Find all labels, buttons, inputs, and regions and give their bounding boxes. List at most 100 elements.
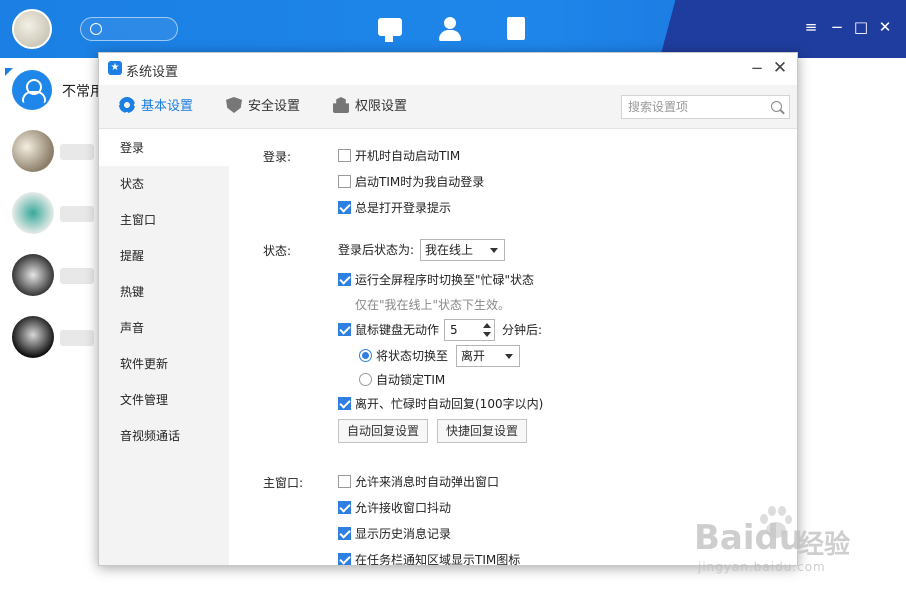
watermark-url: jingyan.baidu.com xyxy=(698,560,826,574)
checkbox-checked[interactable] xyxy=(338,501,351,514)
checkbox-checked[interactable] xyxy=(338,527,351,540)
option-label: 将状态切换至 xyxy=(376,349,449,363)
option-tray-icon[interactable]: 在任务栏通知区域显示TIM图标 xyxy=(338,552,521,566)
option-auto-popup[interactable]: 允许来消息时自动弹出窗口 xyxy=(338,474,499,490)
sidebar-item-hotkeys[interactable]: 热键 xyxy=(99,274,229,310)
contact-avatar[interactable] xyxy=(12,130,94,172)
option-auto-start[interactable]: 开机时自动启动TIM xyxy=(338,148,460,164)
option-label: 允许来消息时自动弹出窗口 xyxy=(355,475,500,489)
sidebar-item-main-window[interactable]: 主窗口 xyxy=(99,202,229,238)
settings-sidebar: 登录 状态 主窗口 提醒 热键 声音 软件更新 文件管理 音视频通话 xyxy=(99,130,229,565)
option-idle[interactable]: 鼠标键盘无动作 xyxy=(338,322,439,338)
contact-avatar[interactable] xyxy=(12,316,94,358)
auto-reply-settings-button[interactable]: 自动回复设置 xyxy=(338,419,428,443)
files-icon[interactable] xyxy=(503,16,531,42)
main-search-pill[interactable] xyxy=(80,17,178,41)
settings-dialog: ★ 系统设置 − ✕ 基本设置 安全设置 权限设置 登录 状态 主窗口 提醒 热… xyxy=(98,52,798,566)
main-maximize-button[interactable]: □ xyxy=(852,18,870,36)
main-close-button[interactable]: ✕ xyxy=(876,18,894,36)
chevron-down-icon xyxy=(490,248,498,253)
idle-suffix: 分钟后: xyxy=(502,323,543,337)
settings-tabbar: 基本设置 安全设置 权限设置 xyxy=(99,85,797,129)
checkbox-checked[interactable] xyxy=(338,397,351,410)
paw-logo-icon xyxy=(758,504,792,540)
option-label: 运行全屏程序时切换至"忙碌"状态 xyxy=(355,273,535,287)
checkbox-checked[interactable] xyxy=(338,201,351,214)
radio[interactable] xyxy=(359,373,372,386)
option-label: 鼠标键盘无动作 xyxy=(355,323,440,337)
lock-icon xyxy=(333,97,349,113)
stepper-up-icon[interactable] xyxy=(483,323,491,328)
blurred-name xyxy=(60,330,94,346)
contact-avatar[interactable] xyxy=(12,254,94,296)
quick-reply-settings-button[interactable]: 快捷回复设置 xyxy=(437,419,527,443)
checkbox[interactable] xyxy=(338,175,351,188)
fullscreen-hint: 仅在"我在线上"状态下生效。 xyxy=(355,298,511,312)
sidebar-item-reminder[interactable]: 提醒 xyxy=(99,238,229,274)
sidebar-item-software-update[interactable]: 软件更新 xyxy=(99,346,229,382)
option-window-shake[interactable]: 允许接收窗口抖动 xyxy=(338,500,451,516)
tab-security-settings[interactable]: 安全设置 xyxy=(226,85,300,129)
list-corner-marker xyxy=(5,68,13,76)
idle-status-select[interactable]: 离开 xyxy=(456,345,520,367)
tab-label: 权限设置 xyxy=(355,99,408,114)
messages-icon[interactable] xyxy=(376,16,404,42)
my-avatar[interactable] xyxy=(12,9,52,49)
option-auto-reply[interactable]: 离开、忙碌时自动回复(100字以内) xyxy=(338,396,543,412)
dialog-minimize-button[interactable]: − xyxy=(749,59,765,77)
blurred-name xyxy=(60,268,94,284)
blurred-name xyxy=(60,144,94,160)
settings-search-box[interactable] xyxy=(621,95,790,119)
dialog-titlebar[interactable]: ★ 系统设置 − ✕ xyxy=(99,53,797,85)
checkbox[interactable] xyxy=(338,475,351,488)
contact-avatar[interactable] xyxy=(12,192,94,234)
idle-minutes-stepper[interactable]: 5 xyxy=(444,319,495,341)
tim-logo-icon: ★ xyxy=(108,61,122,75)
gear-icon xyxy=(119,97,135,113)
option-label: 在任务栏通知区域显示TIM图标 xyxy=(355,553,521,566)
search-icon xyxy=(90,23,102,35)
section-label-status: 状态: xyxy=(263,244,292,258)
option-label: 总是打开登录提示 xyxy=(355,201,452,215)
dialog-close-button[interactable]: ✕ xyxy=(771,59,789,77)
sidebar-item-login[interactable]: 登录 xyxy=(99,130,229,166)
checkbox-checked[interactable] xyxy=(338,553,351,565)
main-minimize-button[interactable]: − xyxy=(828,18,846,36)
section-label-main-window: 主窗口: xyxy=(263,476,304,490)
group-icon xyxy=(12,70,52,110)
settings-search-input[interactable] xyxy=(622,96,757,118)
stepper-value: 5 xyxy=(450,323,458,337)
search-icon[interactable] xyxy=(771,101,782,112)
contacts-icon[interactable] xyxy=(438,16,466,42)
tab-permission-settings[interactable]: 权限设置 xyxy=(333,85,407,129)
checkbox-checked[interactable] xyxy=(338,273,351,286)
checkbox[interactable] xyxy=(338,149,351,162)
sidebar-item-file-management[interactable]: 文件管理 xyxy=(99,382,229,418)
option-label: 启动TIM时为我自动登录 xyxy=(355,175,485,189)
checkbox-checked[interactable] xyxy=(338,323,351,336)
option-history[interactable]: 显示历史消息记录 xyxy=(338,526,451,542)
option-auto-login[interactable]: 启动TIM时为我自动登录 xyxy=(338,174,484,190)
sidebar-item-status[interactable]: 状态 xyxy=(99,166,229,202)
main-topbar: ≡ − □ ✕ xyxy=(0,0,906,58)
sidebar-item-av-call[interactable]: 音视频通话 xyxy=(99,418,229,454)
radio-selected[interactable] xyxy=(359,349,372,362)
after-login-status-select[interactable]: 我在线上 xyxy=(420,239,505,261)
option-login-tips[interactable]: 总是打开登录提示 xyxy=(338,200,451,216)
option-switch-status[interactable]: 将状态切换至 xyxy=(359,348,448,364)
watermark-suffix: 经验 xyxy=(798,530,851,560)
tab-label: 安全设置 xyxy=(248,99,301,114)
option-label: 自动锁定TIM xyxy=(376,373,446,387)
select-value: 我在线上 xyxy=(425,243,474,257)
blurred-name xyxy=(60,206,94,222)
option-label: 离开、忙碌时自动回复(100字以内) xyxy=(355,397,544,411)
menu-icon[interactable]: ≡ xyxy=(802,18,820,36)
chevron-down-icon xyxy=(505,354,513,359)
option-fullscreen-busy[interactable]: 运行全屏程序时切换至"忙碌"状态 xyxy=(338,272,534,288)
tab-label: 基本设置 xyxy=(141,99,194,114)
stepper-down-icon[interactable] xyxy=(483,332,491,337)
option-auto-lock[interactable]: 自动锁定TIM xyxy=(359,372,445,388)
shield-icon xyxy=(226,97,242,113)
sidebar-item-sound[interactable]: 声音 xyxy=(99,310,229,346)
tab-basic-settings[interactable]: 基本设置 xyxy=(119,85,193,129)
